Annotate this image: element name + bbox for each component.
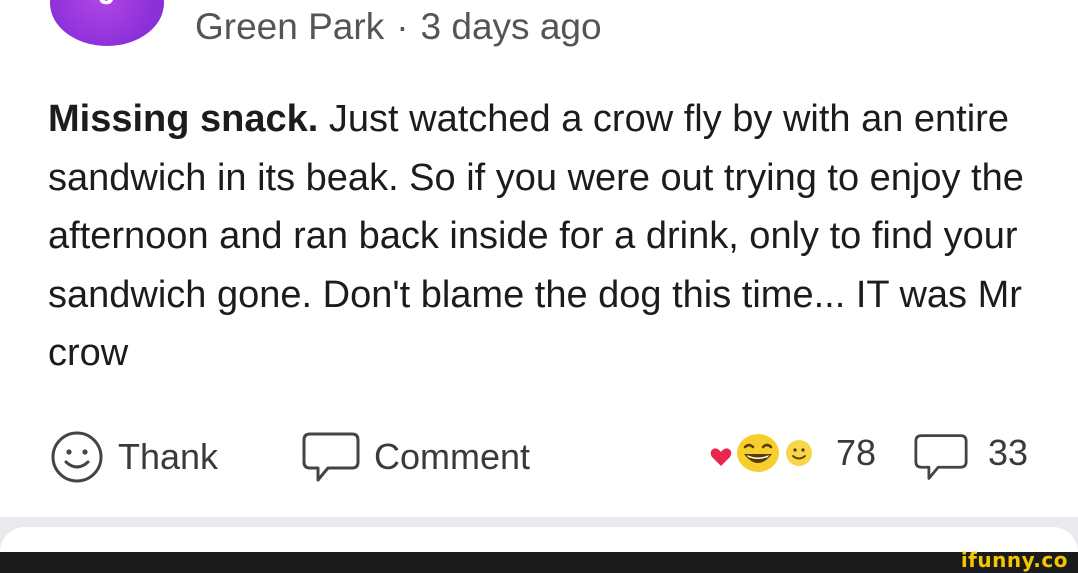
smile-emoji-icon: [784, 438, 814, 473]
watermark-logo: ifunny.co: [960, 548, 1068, 572]
post-time: 3 days ago: [420, 6, 602, 47]
post-meta: Green Park · 3 days ago: [195, 6, 602, 48]
post-card: J Green Park · 3 days ago Missing snack. J…: [0, 0, 1078, 517]
next-post-card: [0, 527, 1078, 552]
post-location[interactable]: Green Park: [195, 6, 384, 47]
reactions-summary[interactable]: [704, 430, 814, 476]
post-body: Missing snack. Just watched a crow fly b…: [48, 90, 1058, 383]
comment-label: Comment: [374, 436, 531, 477]
action-bar: Thank Comment 78 33: [0, 420, 1078, 484]
watermark-bar: ifunny.co: [0, 548, 1078, 573]
comment-count-icon[interactable]: [912, 430, 970, 484]
comment-count[interactable]: 33: [988, 432, 1028, 474]
feed-divider: [0, 517, 1078, 552]
comment-button[interactable]: Comment: [300, 428, 530, 486]
thank-button[interactable]: Thank: [48, 428, 218, 486]
author-avatar[interactable]: J: [50, 0, 164, 46]
avatar-initial: J: [50, 0, 164, 12]
meta-separator: ·: [396, 6, 409, 47]
reaction-count[interactable]: 78: [836, 432, 876, 474]
laughing-emoji-icon: [732, 430, 784, 481]
smiley-icon: [48, 428, 106, 486]
speech-bubble-icon: [300, 428, 362, 486]
thank-label: Thank: [118, 436, 219, 477]
post-title: Missing snack.: [48, 98, 319, 140]
